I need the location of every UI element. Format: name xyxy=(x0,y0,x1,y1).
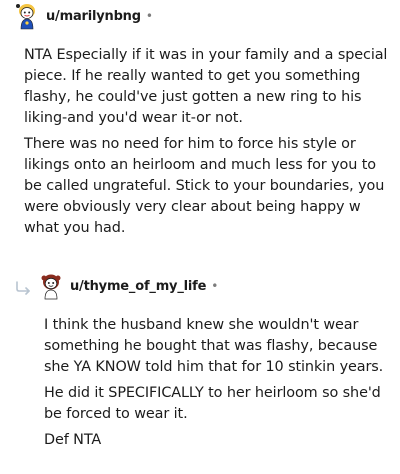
separator-dot: • xyxy=(145,9,153,23)
comment-header: u/thyme_of_my_life • xyxy=(38,272,218,300)
username-link[interactable]: u/thyme_of_my_life xyxy=(70,279,206,294)
comment-body: I think the husband knew she wouldn't we… xyxy=(44,315,394,456)
username-link[interactable]: u/marilynbng xyxy=(46,9,141,24)
comment-paragraph: He did it SPECIFICALLY to her heirloom s… xyxy=(44,385,381,422)
comment-paragraph: NTA Especially if it was in your family … xyxy=(24,47,388,126)
avatar-snoo-icon[interactable] xyxy=(38,272,64,300)
avatar-snoo-icon[interactable] xyxy=(14,2,40,30)
comment-body: NTA Especially if it was in your family … xyxy=(24,45,394,244)
comment-paragraph: I think the husband knew she wouldn't we… xyxy=(44,317,384,375)
comment-header: u/marilynbng • xyxy=(14,2,153,30)
separator-dot: • xyxy=(211,279,219,293)
comment-paragraph: Def NTA xyxy=(44,432,102,448)
reply-arrow-icon xyxy=(14,280,34,295)
comment-paragraph: There was no need for him to force his s… xyxy=(24,136,385,236)
